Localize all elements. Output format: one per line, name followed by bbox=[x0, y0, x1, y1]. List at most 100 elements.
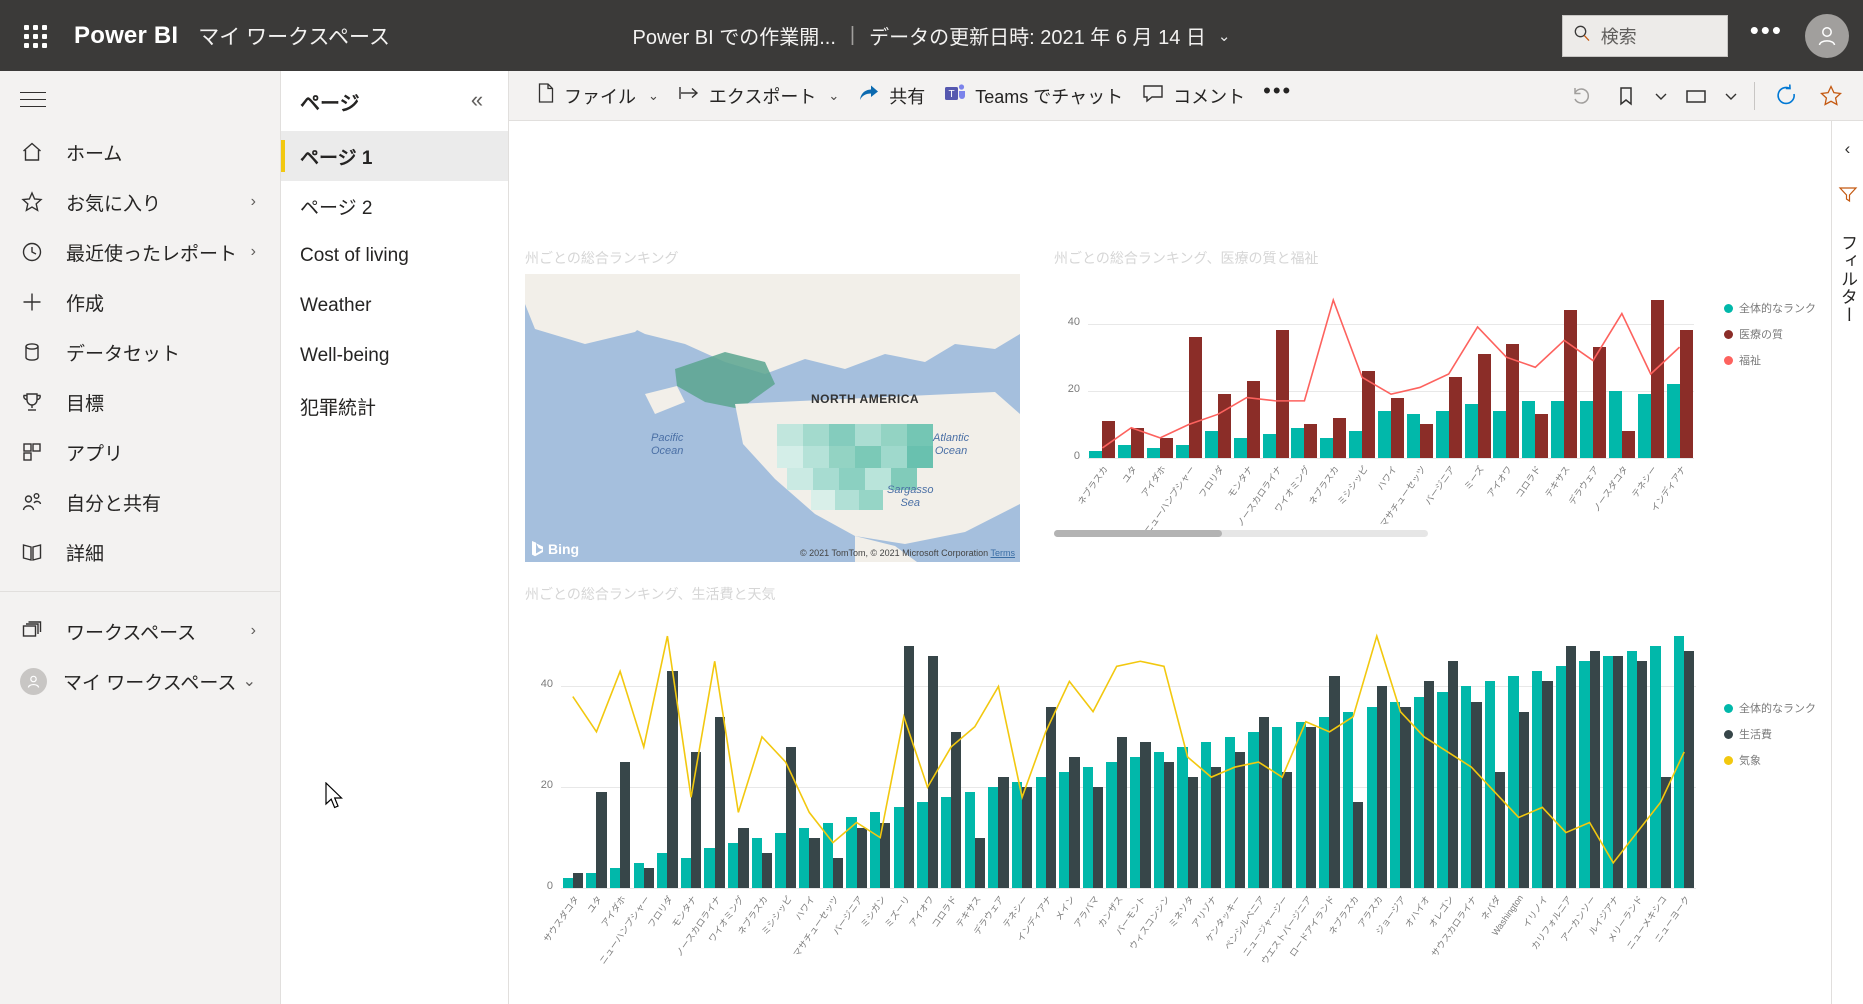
chart-bar[interactable] bbox=[1518, 711, 1529, 888]
visual-map-overall-ranking[interactable]: 州ごとの総合ランキング NORTH AMERICA Pacific Ocean … bbox=[525, 248, 1020, 562]
health-chart-plot[interactable]: 0 20 40 ネブラスカ ユタ アイダホ ニューハンプシャー フロリダ モンタナ ノースカロライ… bbox=[1054, 274, 1816, 544]
chart-bar[interactable] bbox=[988, 787, 999, 888]
brand-logo[interactable]: Power BI bbox=[74, 22, 178, 50]
chart-bar[interactable] bbox=[1093, 787, 1104, 888]
sidebar-item-7[interactable]: 自分と共有 bbox=[0, 477, 280, 527]
chart-bar[interactable] bbox=[1234, 751, 1246, 888]
chart-bar[interactable] bbox=[1535, 414, 1549, 458]
chart-bar[interactable] bbox=[1189, 337, 1203, 458]
toolbar-overflow-button[interactable]: ••• bbox=[1254, 71, 1301, 121]
toolbar-button-3[interactable]: T Teams でチャット bbox=[934, 71, 1132, 121]
chart-bar[interactable] bbox=[964, 792, 975, 888]
report-canvas[interactable]: 州ごとの総合ランキング NORTH AMERICA Pacific Ocean … bbox=[509, 121, 1831, 1004]
chevron-down-icon[interactable]: ⌄ bbox=[828, 88, 839, 104]
chart-bar[interactable] bbox=[1679, 330, 1693, 458]
health-chart-scrollbar[interactable] bbox=[1054, 530, 1428, 537]
chart-bar[interactable] bbox=[1376, 686, 1387, 888]
chart-bar[interactable] bbox=[1059, 772, 1070, 888]
chart-bar[interactable] bbox=[1579, 400, 1593, 458]
chart-bar[interactable] bbox=[1089, 451, 1103, 458]
chart-bar[interactable] bbox=[1177, 746, 1188, 888]
chart-bar[interactable] bbox=[1022, 787, 1033, 888]
bing-logo[interactable]: Bing bbox=[531, 540, 579, 557]
legend-item[interactable]: 生活費 bbox=[1724, 726, 1816, 742]
chart-bar[interactable] bbox=[1636, 661, 1648, 888]
chart-bar[interactable] bbox=[940, 797, 952, 888]
chart-bar[interactable] bbox=[1461, 686, 1472, 888]
chart-bar[interactable] bbox=[1258, 716, 1269, 888]
chart-bar[interactable] bbox=[1271, 726, 1283, 888]
chart-bar[interactable] bbox=[1118, 444, 1132, 458]
avatar[interactable] bbox=[1805, 13, 1849, 58]
chart-bar[interactable] bbox=[1603, 656, 1614, 888]
chart-bar[interactable] bbox=[643, 867, 654, 888]
chart-bar[interactable] bbox=[917, 802, 928, 888]
chart-bar[interactable] bbox=[1282, 772, 1293, 888]
bing-map[interactable]: NORTH AMERICA Pacific Ocean Atlantic Ocean… bbox=[525, 274, 1020, 562]
chart-bar[interactable] bbox=[1295, 721, 1306, 888]
chart-bar[interactable] bbox=[1116, 736, 1127, 888]
chart-bar[interactable] bbox=[1217, 394, 1231, 458]
chart-bar[interactable] bbox=[775, 832, 786, 888]
expand-rail-chevron-left-icon[interactable]: ‹ bbox=[1845, 139, 1851, 159]
chart-bar[interactable] bbox=[1626, 651, 1637, 888]
sidebar-item-1[interactable]: お気に入り › bbox=[0, 177, 280, 227]
chart-bar[interactable] bbox=[1275, 330, 1289, 458]
chart-bar[interactable] bbox=[1413, 696, 1425, 888]
sidebar-item-0[interactable]: ホーム bbox=[0, 127, 280, 177]
app-launcher-icon[interactable] bbox=[18, 19, 52, 53]
chart-bar[interactable] bbox=[1508, 676, 1519, 888]
chart-bar[interactable] bbox=[1211, 767, 1222, 888]
bookmark-icon[interactable] bbox=[1604, 74, 1648, 118]
chart-bar[interactable] bbox=[761, 852, 773, 888]
sidebar-item-3[interactable]: 作成 bbox=[0, 277, 280, 327]
chart-bar[interactable] bbox=[1650, 646, 1661, 888]
chart-bar[interactable] bbox=[1613, 656, 1624, 888]
chart-bar[interactable] bbox=[1477, 353, 1491, 458]
chart-bar[interactable] bbox=[1447, 661, 1458, 888]
chevron-icon[interactable]: ⌄ bbox=[243, 671, 256, 691]
chart-bar[interactable] bbox=[1551, 400, 1565, 458]
chart-bar[interactable] bbox=[903, 646, 915, 888]
top-more-menu-button[interactable]: ••• bbox=[1750, 17, 1783, 43]
chart-bar[interactable] bbox=[1637, 394, 1651, 458]
page-item-1[interactable]: ページ 2 bbox=[281, 181, 508, 231]
chart-bar[interactable] bbox=[1495, 772, 1506, 888]
chart-bar[interactable] bbox=[1233, 437, 1247, 458]
chart-bar[interactable] bbox=[869, 812, 881, 888]
chart-bar[interactable] bbox=[1319, 716, 1330, 888]
chart-bar[interactable] bbox=[586, 872, 597, 888]
chart-bar[interactable] bbox=[1390, 701, 1401, 888]
page-item-2[interactable]: Cost of living bbox=[281, 231, 508, 281]
breadcrumb-workspace[interactable]: マイ ワークスペース bbox=[198, 21, 390, 51]
search-input[interactable]: 検索 bbox=[1561, 14, 1728, 57]
page-item-4[interactable]: Well-being bbox=[281, 331, 508, 381]
chart-bar[interactable] bbox=[1579, 661, 1590, 888]
chart-bar[interactable] bbox=[1666, 384, 1680, 458]
chart-bar[interactable] bbox=[1204, 431, 1218, 458]
chart-bar[interactable] bbox=[1069, 757, 1080, 888]
bookmark-chevron-down-icon[interactable] bbox=[1648, 74, 1674, 118]
chart-bar[interactable] bbox=[998, 777, 1009, 888]
chart-bar[interactable] bbox=[1106, 762, 1117, 888]
legend-item[interactable]: 福祉 bbox=[1724, 352, 1816, 368]
chart-bar[interactable] bbox=[1419, 424, 1433, 458]
chart-bar[interactable] bbox=[1140, 741, 1151, 888]
chart-bar[interactable] bbox=[1377, 410, 1391, 458]
map-terms-link[interactable]: Terms bbox=[991, 548, 1016, 558]
chart-bar[interactable] bbox=[704, 847, 715, 888]
sidebar-item-5[interactable]: 目標 bbox=[0, 377, 280, 427]
chart-bar[interactable] bbox=[667, 671, 678, 888]
chart-bar[interactable] bbox=[1320, 437, 1334, 458]
chart-bar[interactable] bbox=[880, 822, 891, 888]
chart-bar[interactable] bbox=[1522, 400, 1536, 458]
chevron-right-icon[interactable]: › bbox=[251, 243, 256, 261]
page-item-5[interactable]: 犯罪統計 bbox=[281, 381, 508, 431]
sidebar-item-6[interactable]: アプリ bbox=[0, 427, 280, 477]
chart-bar[interactable] bbox=[1291, 427, 1305, 458]
chart-bar[interactable] bbox=[1555, 666, 1566, 888]
chart-bar[interactable] bbox=[1262, 434, 1276, 458]
chart-bar[interactable] bbox=[1684, 651, 1695, 888]
toolbar-button-4[interactable]: コメント bbox=[1132, 71, 1254, 121]
refresh-icon[interactable] bbox=[1765, 74, 1809, 118]
